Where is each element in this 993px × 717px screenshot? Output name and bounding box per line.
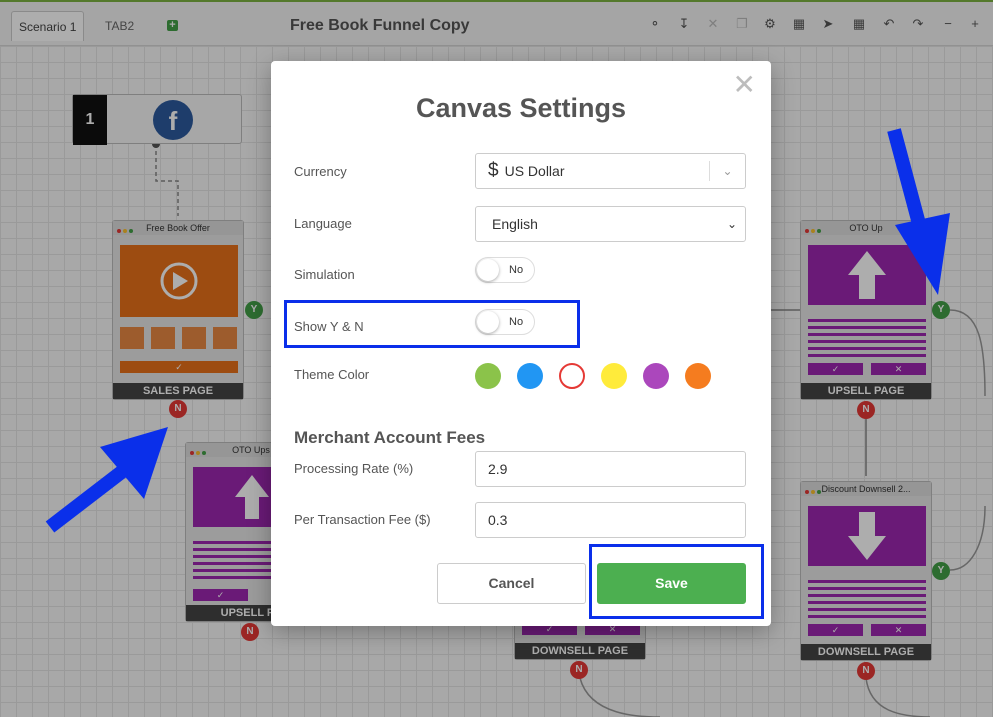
highlight-box-save — [589, 544, 764, 619]
currency-select[interactable]: $ US Dollar ⌄ — [475, 153, 746, 189]
cancel-button[interactable]: Cancel — [437, 563, 586, 604]
chevron-down-icon: ⌄ — [726, 217, 737, 231]
currency-value: US Dollar — [504, 163, 565, 179]
theme-swatch-blue[interactable] — [517, 363, 543, 389]
chevron-down-icon: ⌄ — [709, 161, 745, 181]
theme-color-label: Theme Color — [294, 367, 370, 382]
currency-label: Currency — [294, 164, 347, 179]
annotation-arrow-left — [45, 427, 168, 533]
language-select[interactable]: English ⌄ — [475, 206, 746, 242]
annotation-arrow-right — [887, 128, 950, 295]
language-value: English — [492, 216, 538, 232]
toggle-knob — [477, 259, 499, 281]
processing-rate-label: Processing Rate (%) — [294, 461, 414, 476]
theme-swatch-purple[interactable] — [643, 363, 669, 389]
theme-swatch-yellow[interactable] — [601, 363, 627, 389]
merchant-fees-heading: Merchant Account Fees — [294, 428, 486, 447]
dialog-title: Canvas Settings — [415, 93, 627, 123]
simulation-toggle[interactable]: No — [475, 257, 535, 283]
funnel-builder-app: Scenario 1 TAB2 + Free Book Funnel Copy … — [0, 0, 993, 717]
theme-swatch-white-selected[interactable] — [559, 363, 585, 389]
dollar-icon: $ — [488, 160, 499, 181]
language-label: Language — [294, 216, 352, 231]
theme-swatch-green[interactable] — [475, 363, 501, 389]
processing-rate-input[interactable]: 2.9 — [475, 451, 746, 487]
highlight-box-show-yn — [284, 300, 580, 348]
toggle-state: No — [509, 264, 524, 276]
transaction-fee-input[interactable]: 0.3 — [475, 502, 746, 538]
transaction-fee-label: Per Transaction Fee ($) — [294, 512, 431, 527]
theme-swatch-orange[interactable] — [685, 363, 711, 389]
simulation-label: Simulation — [294, 267, 355, 282]
